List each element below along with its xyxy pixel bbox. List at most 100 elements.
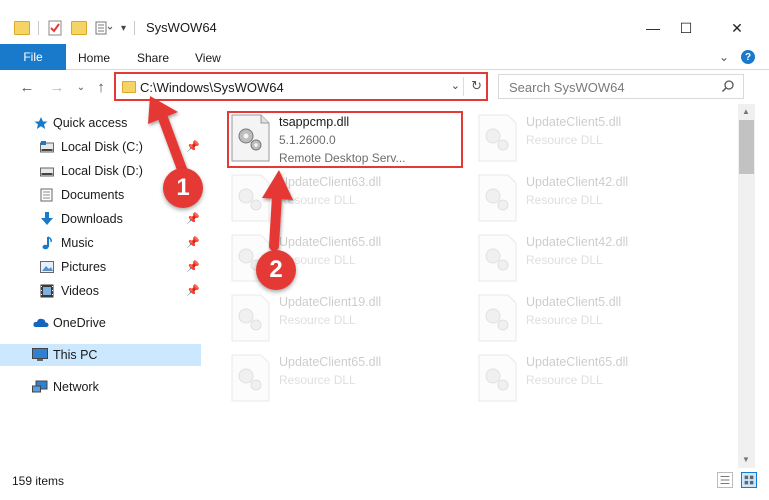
file-name: UpdateClient65.dll	[279, 235, 382, 249]
back-button[interactable]: ←	[18, 78, 36, 96]
pin-icon: 📌	[186, 141, 200, 153]
address-separator	[463, 77, 464, 96]
file-item[interactable]: UpdateClient65.dll Resource DLL	[229, 353, 469, 405]
refresh-icon[interactable]: ↻	[471, 78, 482, 94]
sidebar-item-label: This PC	[53, 348, 98, 362]
sidebar-item-label: Quick access	[53, 116, 128, 130]
toolbar-separator	[134, 21, 136, 35]
vertical-scrollbar[interactable]: ▲ ▼	[738, 104, 755, 468]
sidebar-item-label: Local Disk (C:)	[61, 140, 143, 154]
sidebar-item-music[interactable]: Music 📌	[0, 232, 201, 254]
file-item[interactable]: UpdateClient42.dll Resource DLL	[476, 233, 716, 285]
file-name: UpdateClient65.dll	[526, 355, 629, 369]
file-item[interactable]: UpdateClient5.dll Resource DLL	[476, 113, 716, 165]
toolbar-separator	[38, 21, 39, 35]
file-item[interactable]: UpdateClient42.dll Resource DLL	[476, 173, 716, 225]
recent-locations-button[interactable]: ⌄	[72, 78, 90, 96]
documents-icon	[40, 188, 53, 202]
step-1-badge: 1	[163, 168, 203, 208]
drive-icon	[40, 167, 54, 177]
maximize-button[interactable]: ☐	[663, 14, 709, 42]
search-icon[interactable]	[721, 79, 735, 93]
sidebar-item-label: Videos	[61, 284, 99, 298]
highlight-box	[227, 111, 463, 168]
drive-icon	[40, 141, 54, 153]
file-name: UpdateClient42.dll	[526, 175, 629, 189]
file-description: Resource DLL	[279, 193, 356, 207]
scroll-down-icon[interactable]: ▼	[742, 455, 750, 464]
help-icon[interactable]: ?	[741, 50, 755, 64]
dll-file-icon	[478, 354, 517, 402]
pictures-icon	[40, 261, 54, 273]
details-view-icon[interactable]	[717, 472, 733, 488]
window-title: SysWOW64	[146, 20, 217, 35]
sidebar-item-downloads[interactable]: Downloads 📌	[0, 208, 201, 230]
file-description: Resource DLL	[279, 373, 356, 387]
tab-file[interactable]: File	[0, 44, 66, 70]
file-description: Resource DLL	[526, 313, 603, 327]
file-name: UpdateClient42.dll	[526, 235, 629, 249]
pin-icon: 📌	[186, 213, 200, 225]
sidebar-item-label: Network	[53, 380, 99, 394]
scroll-up-icon[interactable]: ▲	[742, 107, 750, 116]
step-2-badge: 2	[256, 250, 296, 290]
sidebar-item-label: Documents	[61, 188, 125, 202]
close-button[interactable]: ✕	[714, 14, 760, 42]
file-description: Resource DLL	[526, 373, 603, 387]
pin-icon: 📌	[186, 237, 200, 249]
computer-icon	[32, 348, 48, 361]
address-bar[interactable]: C:\Windows\SysWOW64 ⌄ ↻	[114, 72, 488, 101]
sidebar-item-label: Downloads	[61, 212, 123, 226]
file-item[interactable]: UpdateClient19.dll Resource DLL	[229, 293, 469, 345]
pin-icon: 📌	[186, 285, 200, 297]
folder-icon	[122, 81, 136, 93]
videos-icon	[40, 284, 54, 298]
tab-view[interactable]: View	[195, 51, 221, 65]
music-icon	[42, 236, 52, 250]
sidebar-item-quick-access[interactable]: Quick access	[0, 112, 201, 134]
address-dropdown-icon[interactable]: ⌄	[451, 79, 460, 92]
tab-share[interactable]: Share	[137, 51, 169, 65]
file-name: UpdateClient65.dll	[279, 355, 382, 369]
file-name: UpdateClient19.dll	[279, 295, 382, 309]
file-item[interactable]: UpdateClient65.dll Resource DLL	[476, 353, 716, 405]
file-name: UpdateClient5.dll	[526, 115, 622, 129]
file-description: Resource DLL	[526, 253, 603, 267]
network-icon	[32, 380, 48, 393]
search-box[interactable]: Search SysWOW64	[498, 74, 744, 99]
sidebar-item-this-pc[interactable]: This PC	[0, 344, 201, 366]
address-path[interactable]: C:\Windows\SysWOW64	[140, 80, 284, 95]
download-icon	[41, 212, 53, 225]
sidebar-item-local-disk-c[interactable]: Local Disk (C:) 📌	[0, 136, 201, 158]
sidebar-item-label: Pictures	[61, 260, 107, 274]
tiles-view-icon[interactable]	[741, 472, 757, 488]
file-name: UpdateClient63.dll	[279, 175, 382, 189]
title-bar: ▾ SysWOW64 — ☐ ✕	[0, 0, 769, 42]
cloud-icon	[33, 318, 49, 327]
sidebar-item-onedrive[interactable]: OneDrive	[0, 312, 201, 334]
up-button[interactable]: ↑	[92, 78, 110, 96]
forward-button[interactable]: →	[48, 78, 66, 96]
ribbon: File Home Share View ⌄ ?	[0, 42, 769, 70]
expand-ribbon-icon[interactable]: ⌄	[719, 50, 729, 64]
item-count: 159 items	[12, 474, 65, 488]
search-placeholder[interactable]: Search SysWOW64	[509, 80, 625, 95]
qat-dropdown-icon[interactable]: ▾	[121, 23, 126, 34]
sidebar-item-network[interactable]: Network	[0, 376, 201, 398]
dll-file-icon	[231, 294, 270, 342]
dll-file-icon	[478, 114, 517, 162]
file-item[interactable]: UpdateClient63.dll Resource DLL	[229, 173, 469, 225]
pin-icon: 📌	[186, 261, 200, 273]
sidebar-item-pictures[interactable]: Pictures 📌	[0, 256, 201, 278]
tab-home[interactable]: Home	[78, 51, 110, 65]
new-folder-icon[interactable]	[71, 21, 87, 35]
properties-icon[interactable]	[47, 20, 63, 36]
dll-file-icon	[231, 174, 270, 222]
scroll-thumb[interactable]	[739, 120, 754, 174]
dll-file-icon	[478, 174, 517, 222]
file-description: Resource DLL	[526, 133, 603, 147]
customize-icon[interactable]	[95, 20, 113, 36]
sidebar-item-videos[interactable]: Videos 📌	[0, 280, 201, 302]
file-item[interactable]: UpdateClient5.dll Resource DLL	[476, 293, 716, 345]
navigation-pane: Quick access Local Disk (C:) 📌 Local Dis…	[0, 110, 202, 468]
